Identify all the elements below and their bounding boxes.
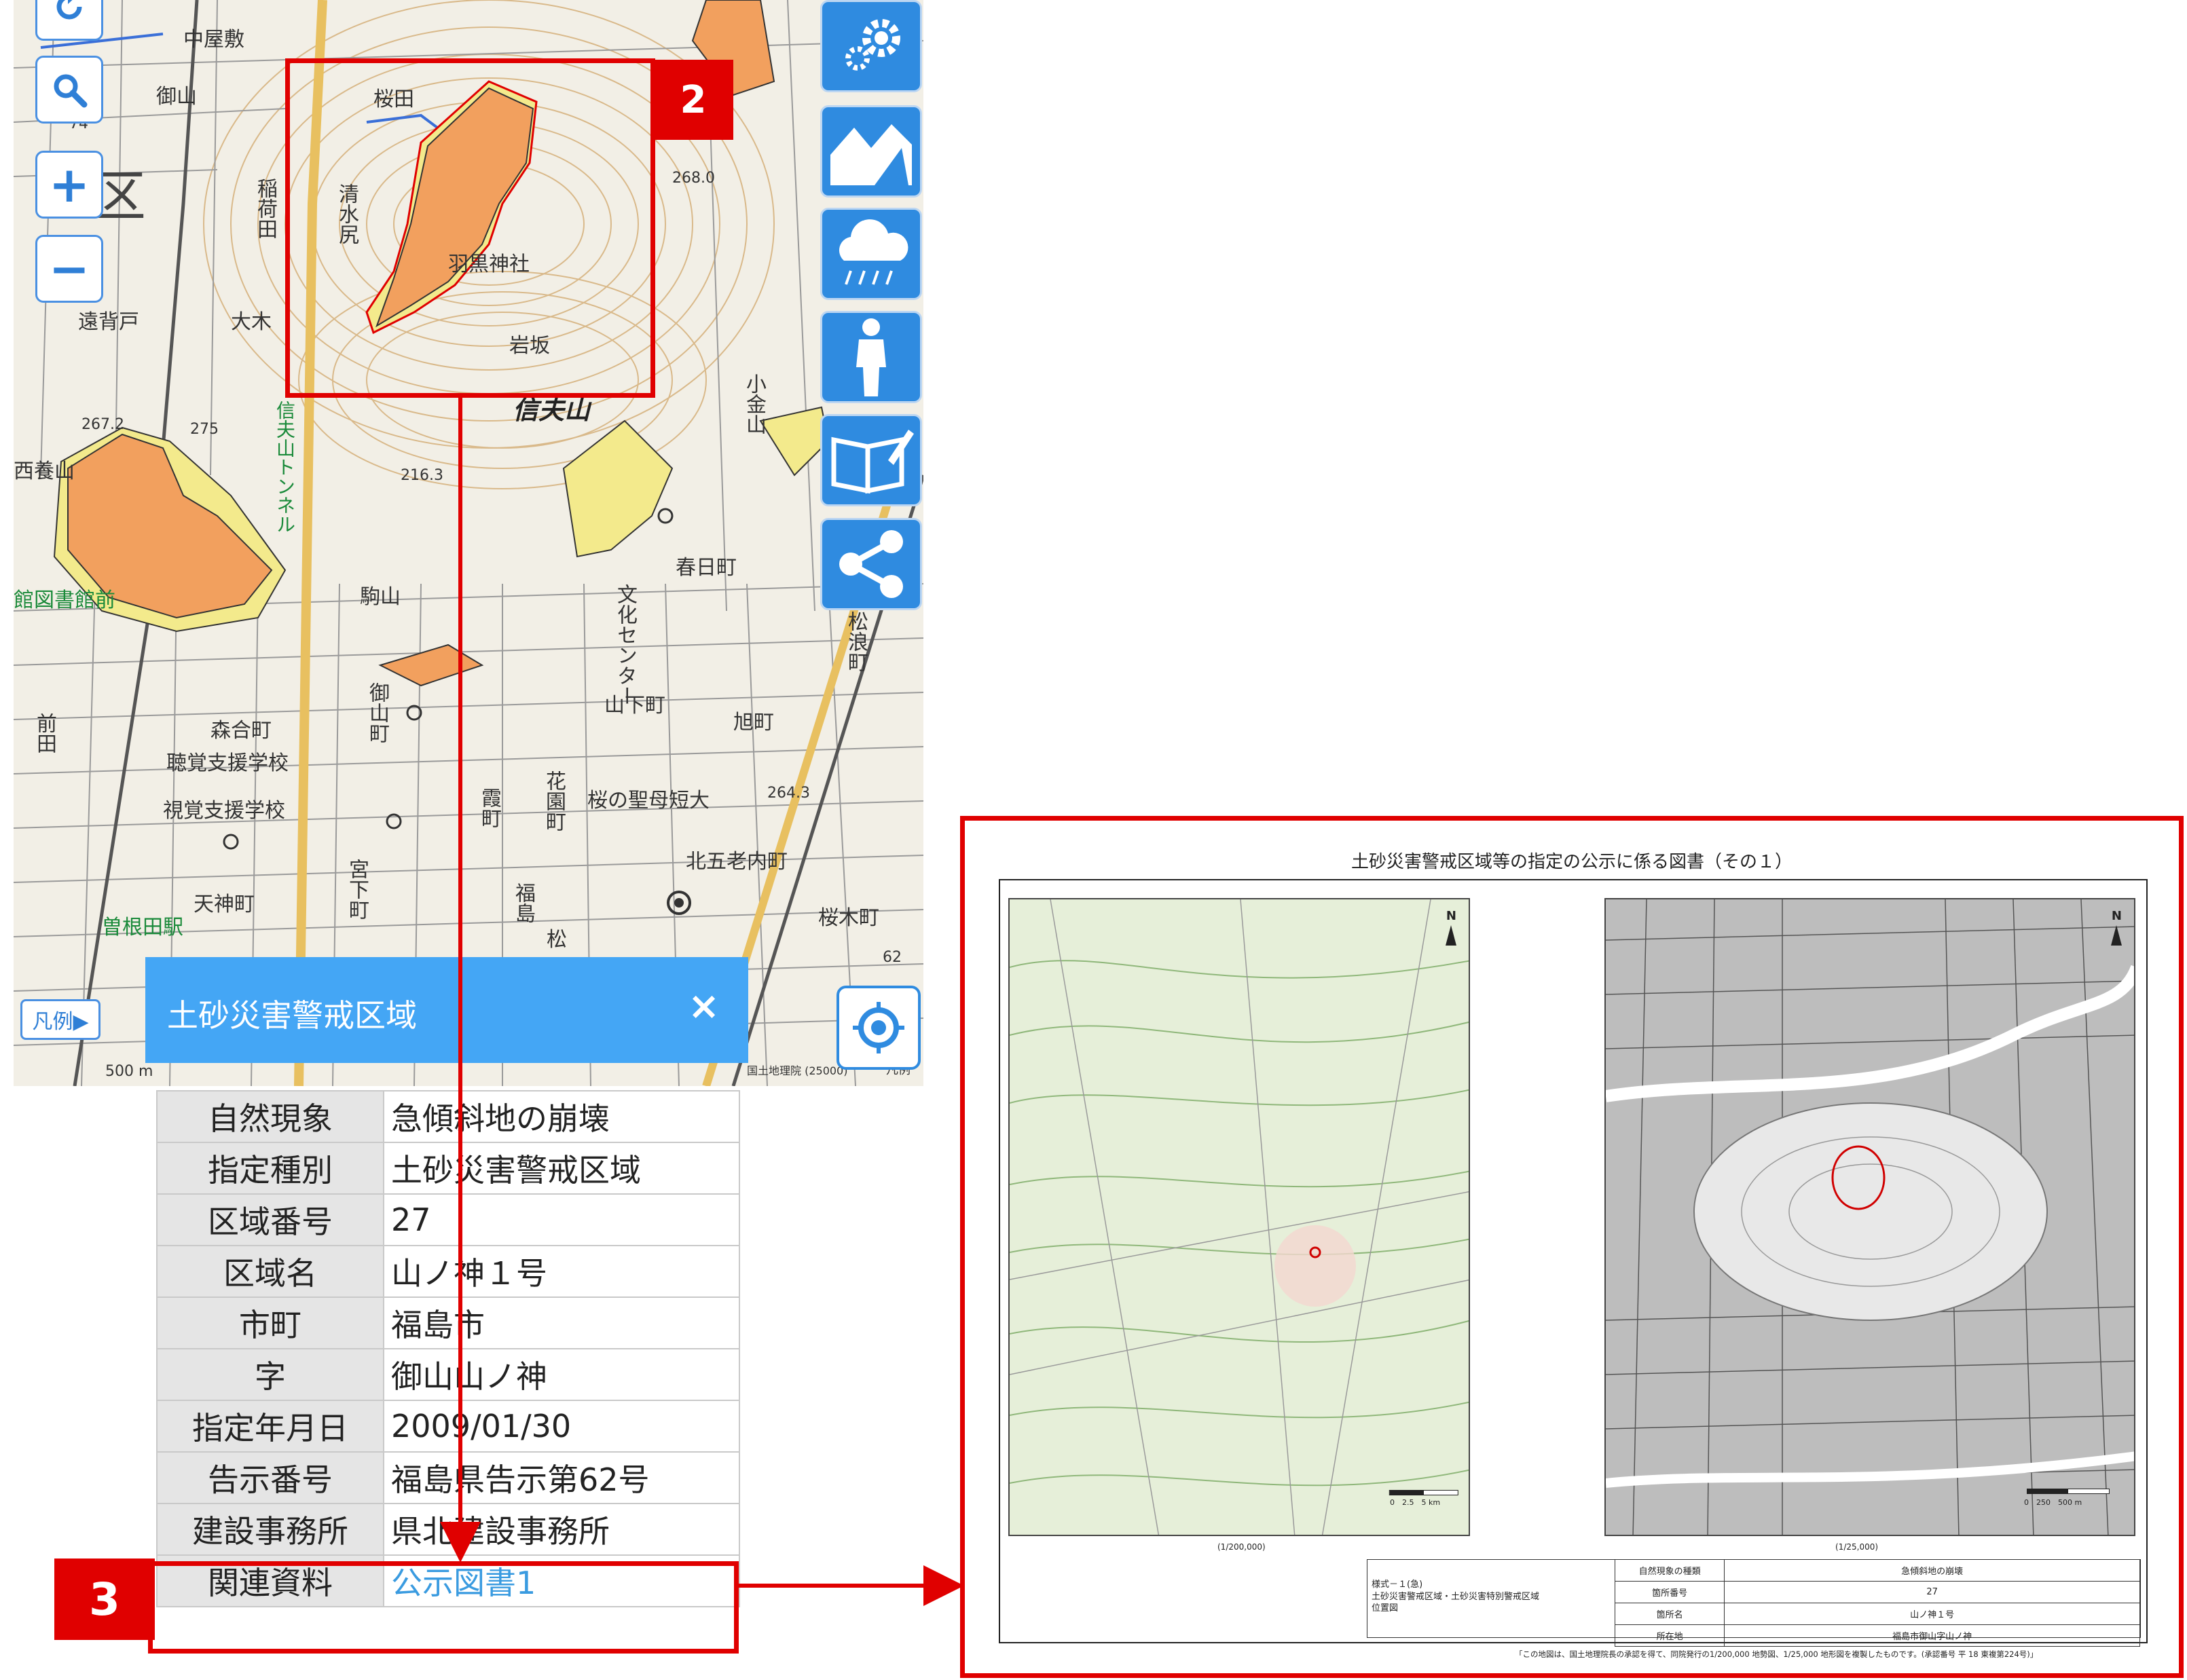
scale-right-label: (1/25,000)	[1835, 1542, 1879, 1552]
form-value: 山ノ神１号	[1724, 1602, 2140, 1625]
document-note: 「この地図は、国土地理院長の承認を得て、同院発行の1/200,000 地勢図、1…	[1515, 1649, 2038, 1659]
form-value: 福島市御山字山ノ神	[1724, 1624, 2140, 1647]
document-preview: 土砂災害警戒区域等の指定の公示に係る図書（その１） N 0 2.5 5 km (…	[960, 816, 2184, 1678]
scale-bar-right-label: 0 250 500 m	[2024, 1498, 2082, 1507]
north-arrow-icon	[2111, 925, 2122, 946]
detail-map-graphic	[1606, 899, 2134, 1535]
overview-map-graphic	[1010, 899, 1469, 1535]
form-title: 様式－１(急) 土砂災害警戒区域・土砂災害特別警戒区域 位置図	[1372, 1580, 1540, 1614]
form-value: 急傾斜地の崩壊	[1724, 1558, 2140, 1582]
overview-map: N 0 2.5 5 km	[1008, 898, 1470, 1536]
form-table: 自然現象の種類 急傾斜地の崩壊 箇所番号 27 箇所名 山ノ神１号 所在地 福島市御山字…	[1614, 1558, 2140, 1647]
north-label-left: N	[1446, 909, 1456, 923]
form-block: 様式－１(急) 土砂災害警戒区域・土砂災害特別警戒区域 位置図 自然現象の種類急…	[1367, 1558, 2141, 1647]
north-arrow-icon	[1446, 925, 1456, 946]
detail-map: N 0 250 500 m	[1604, 898, 2135, 1536]
document-frame: N 0 2.5 5 km (1/200,000) N 0 250 500 m (…	[999, 879, 2148, 1647]
form-key: 箇所番号	[1614, 1580, 1725, 1603]
form-key: 箇所名	[1614, 1602, 1725, 1625]
scale-left-label: (1/200,000)	[1217, 1542, 1266, 1552]
form-key: 所在地	[1614, 1624, 1725, 1647]
table-row: 自然現象の種類 急傾斜地の崩壊	[1614, 1558, 2140, 1582]
north-label-right: N	[2111, 909, 2122, 923]
form-key: 自然現象の種類	[1614, 1558, 1725, 1582]
scale-bar-left	[1389, 1490, 1458, 1495]
table-row: 箇所番号 27	[1614, 1580, 2140, 1603]
scale-bar-right	[2027, 1489, 2110, 1494]
table-row: 箇所名 山ノ神１号	[1614, 1602, 2140, 1625]
table-row: 所在地 福島市御山字山ノ神	[1614, 1624, 2140, 1647]
scale-bar-left-label: 0 2.5 5 km	[1390, 1498, 1441, 1507]
document-title: 土砂災害警戒区域等の指定の公示に係る図書（その１）	[1350, 852, 1793, 872]
form-value: 27	[1724, 1580, 2140, 1603]
